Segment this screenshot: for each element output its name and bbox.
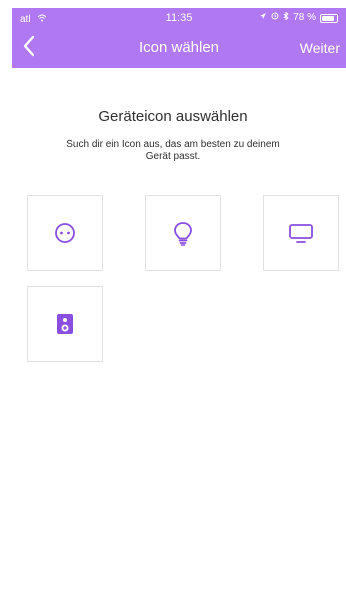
section-subheading: Such dir ein Icon aus, das am besten zu …	[66, 139, 280, 162]
icon-selection-content: Geräteicon auswählen Such dir ein Icon a…	[0, 68, 346, 613]
battery-fill	[322, 15, 334, 21]
status-right: 78 %	[259, 8, 338, 28]
location-icon	[259, 8, 267, 28]
app-header: atl 11:35 78 % Icon wählen Weiter	[12, 8, 346, 68]
socket-icon	[51, 219, 79, 247]
icon-option-tv[interactable]	[263, 195, 339, 271]
icon-option-lightbulb[interactable]	[145, 195, 221, 271]
section-heading: Geräteicon auswählen	[98, 108, 248, 125]
status-bar: atl 11:35 78 %	[12, 8, 346, 28]
icon-option-socket[interactable]	[27, 195, 103, 271]
next-button[interactable]: Weiter	[300, 28, 340, 68]
page-title: Icon wählen	[138, 39, 220, 56]
lightbulb-icon	[169, 219, 197, 247]
speaker-icon	[51, 310, 79, 338]
alarm-icon	[271, 8, 279, 28]
battery-percent: 78 %	[293, 12, 316, 23]
navigation-bar: Icon wählen Weiter	[12, 28, 346, 68]
tv-icon	[286, 220, 316, 246]
icon-option-speaker[interactable]	[27, 286, 103, 362]
bluetooth-icon	[283, 8, 289, 28]
battery-icon	[320, 13, 338, 23]
